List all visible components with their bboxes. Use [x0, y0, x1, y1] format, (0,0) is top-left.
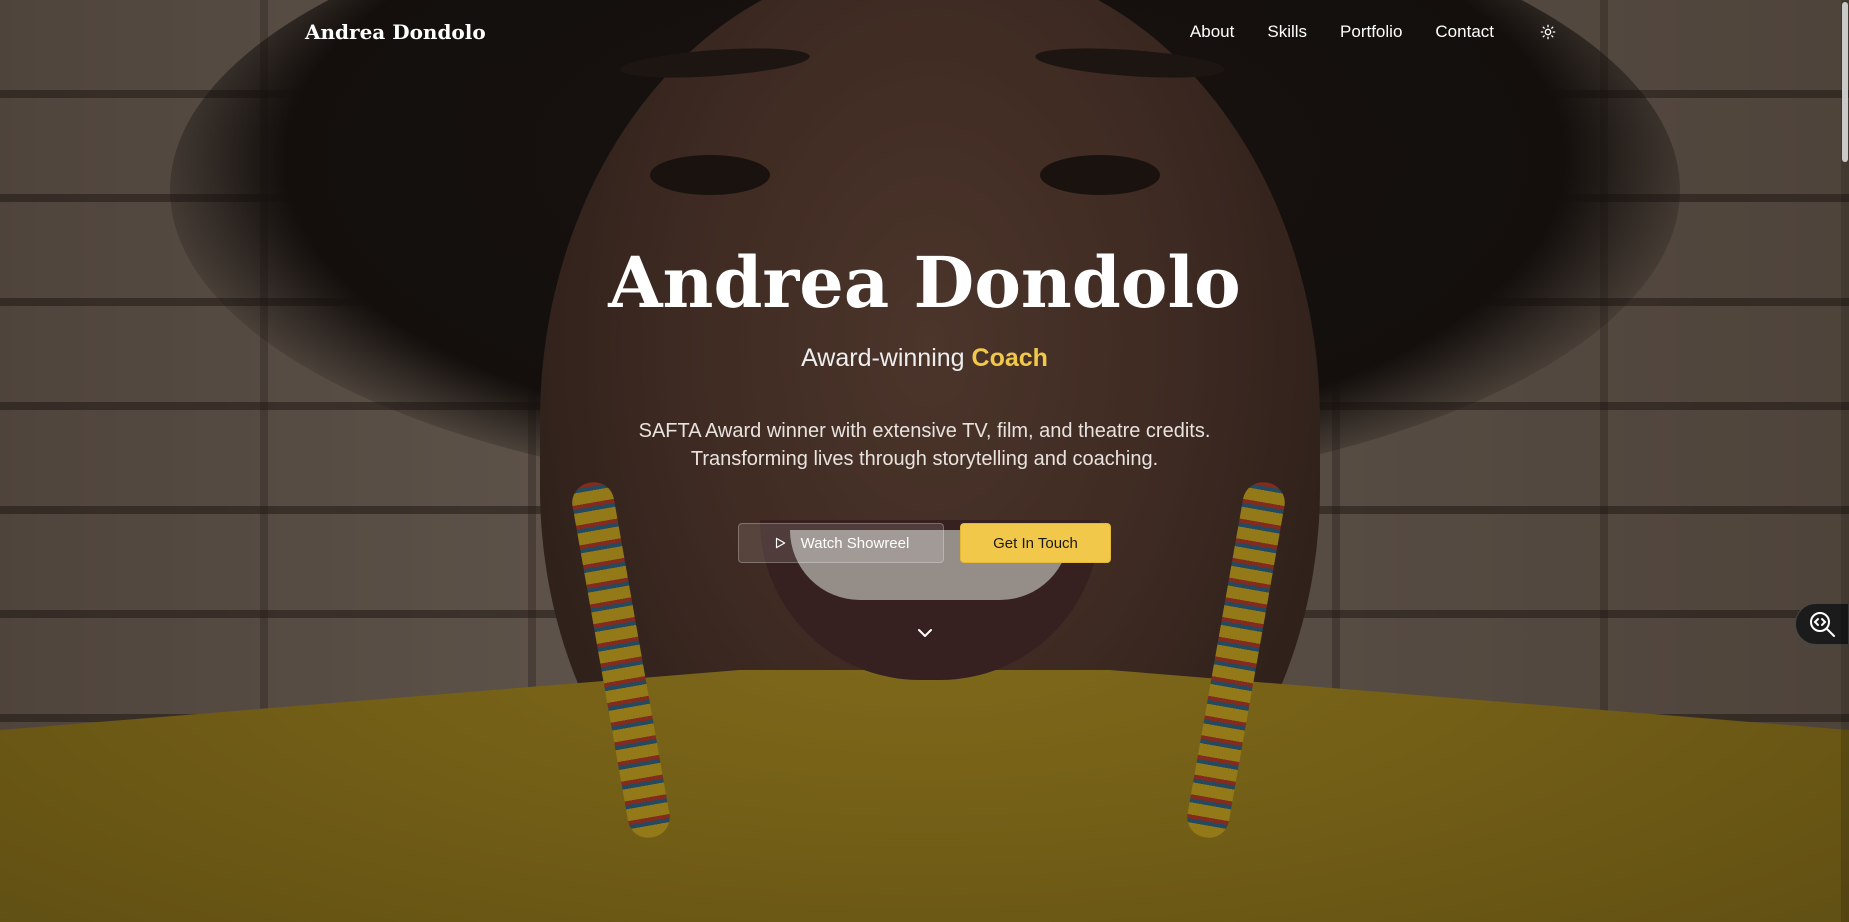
hero-description-line1: SAFTA Award winner with extensive TV, fi…	[638, 420, 1211, 442]
scrollbar-thumb[interactable]	[1842, 2, 1848, 162]
get-in-touch-button[interactable]: Get In Touch	[960, 523, 1111, 563]
watch-showreel-button[interactable]: Watch Showreel	[738, 523, 944, 563]
hero-description: SAFTA Award winner with extensive TV, fi…	[605, 417, 1245, 473]
hero-subtitle: Award-winning Coach	[801, 344, 1048, 373]
code-search-icon	[1810, 612, 1835, 637]
hero-section: Andrea Dondolo Award-winning Coach SAFTA…	[0, 0, 1849, 922]
page-scrollbar[interactable]	[1841, 0, 1849, 922]
hero-title: Andrea Dondolo	[608, 241, 1241, 324]
play-icon	[775, 537, 785, 549]
hero-subtitle-prefix: Award-winning	[801, 344, 972, 372]
hero-subtitle-accent: Coach	[971, 344, 1048, 372]
watch-showreel-label: Watch Showreel	[800, 534, 910, 552]
scroll-down-button[interactable]	[913, 621, 937, 645]
hero-description-line2: Transforming lives through storytelling …	[690, 448, 1159, 470]
chevron-down-icon	[917, 629, 932, 637]
cta-row: Watch Showreel Get In Touch	[738, 523, 1111, 563]
